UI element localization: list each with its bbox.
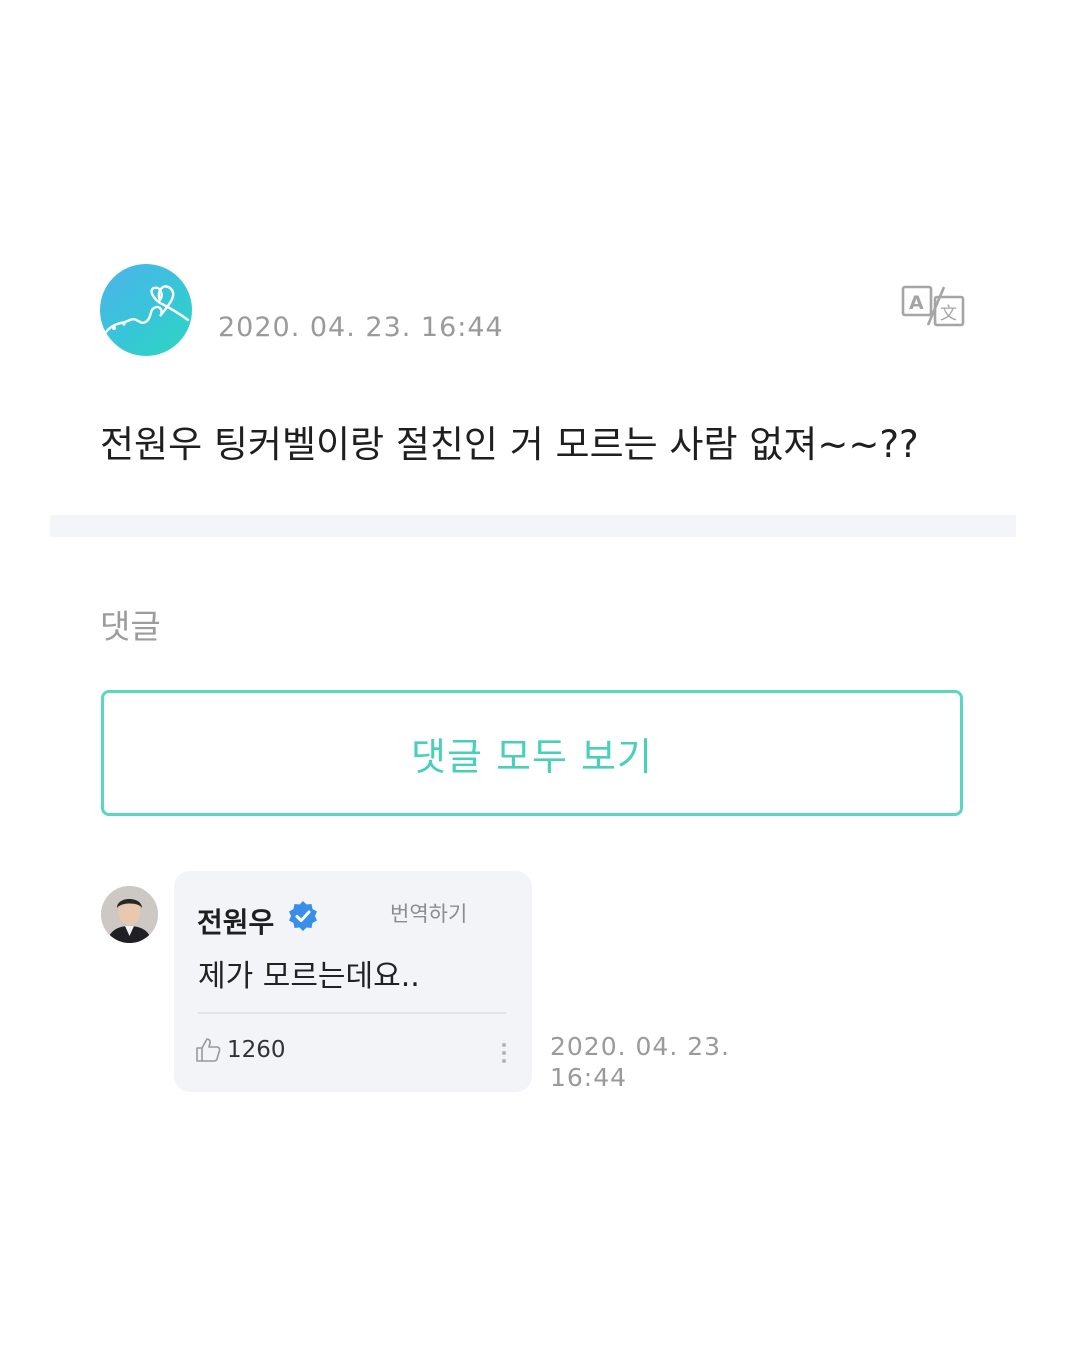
comment-bubble: 전원우 번역하기 제가 모르는데요.. 1260 (174, 871, 532, 1092)
comment-author-avatar[interactable] (101, 886, 158, 943)
translate-icon[interactable]: A 文 (900, 284, 966, 328)
comment-body: 제가 모르는데요.. (198, 959, 420, 994)
svg-text:文: 文 (940, 304, 957, 324)
comment-translate-link[interactable]: 번역하기 (390, 898, 467, 928)
section-divider (50, 515, 1016, 537)
post-timestamp: 2020. 04. 23. 16:44 (218, 312, 504, 343)
verified-badge-icon (287, 900, 319, 932)
post-author-avatar[interactable] (100, 264, 192, 356)
view-all-comments-label: 댓글 모두 보기 (411, 734, 653, 779)
comments-heading: 댓글 (100, 607, 161, 646)
comment-divider (198, 1012, 506, 1014)
comment-author-name[interactable]: 전원우 (197, 901, 274, 941)
like-count: 1260 (227, 1037, 286, 1063)
comment-timestamp: 2020. 04. 23. 16:44 (550, 1031, 730, 1093)
more-options-icon[interactable] (496, 1041, 512, 1067)
svg-text:A: A (909, 292, 924, 314)
post-body: 전원우 팅커벨이랑 절친인 거 모르는 사람 없져~~?? (100, 423, 919, 466)
view-all-comments-button[interactable]: 댓글 모두 보기 (101, 690, 963, 816)
thumbs-up-icon[interactable] (195, 1037, 221, 1063)
heart-doodle-icon (104, 285, 190, 334)
comment-timestamp-date: 2020. 04. 23. (550, 1032, 730, 1061)
comment-timestamp-time: 16:44 (550, 1063, 628, 1092)
